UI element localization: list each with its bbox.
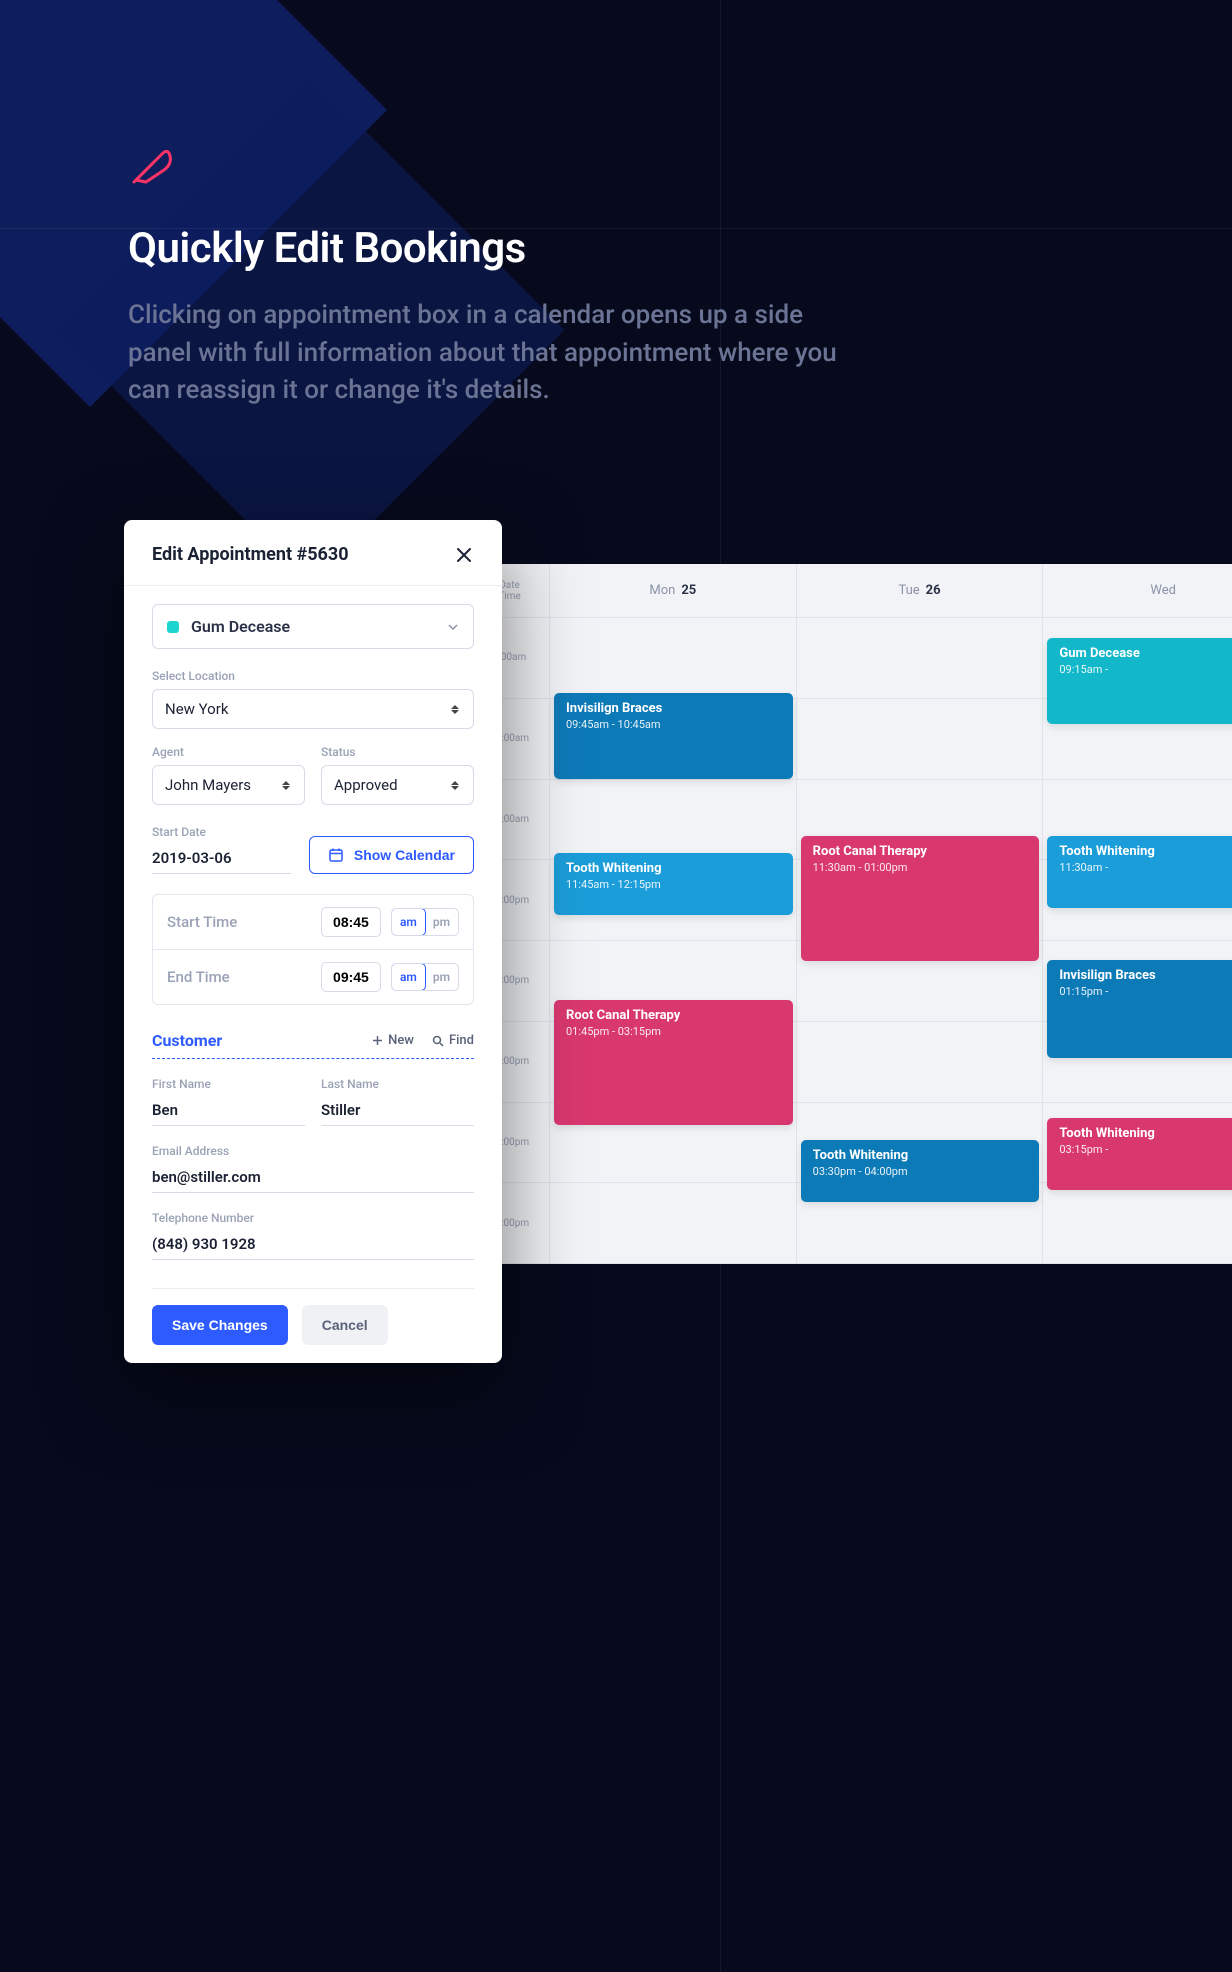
calendar-event[interactable]: Invisilign Braces 09:45am - 10:45am [554, 693, 793, 779]
calendar-event[interactable]: Tooth Whitening 11:45am - 12:15pm [554, 853, 793, 915]
event-time: 11:30am - 01:00pm [813, 861, 1028, 874]
calendar-event[interactable]: Tooth Whitening 11:30am - [1047, 836, 1232, 908]
find-customer-button[interactable]: Find [432, 1033, 474, 1048]
event-title: Tooth Whitening [566, 861, 781, 876]
event-title: Gum Decease [1059, 646, 1232, 661]
event-time: 11:30am - [1059, 861, 1232, 874]
location-select[interactable]: New York [152, 689, 474, 729]
select-arrows-icon [282, 781, 292, 790]
start-time-label: Start Time [167, 913, 311, 931]
event-time: 03:30pm - 04:00pm [813, 1165, 1028, 1178]
calendar-day-header[interactable]: Mon25 [550, 564, 797, 617]
start-time-input[interactable] [321, 907, 381, 937]
first-name-input[interactable] [152, 1097, 305, 1126]
cancel-button[interactable]: Cancel [302, 1305, 388, 1345]
service-name: Gum Decease [191, 617, 435, 636]
event-title: Root Canal Therapy [813, 844, 1028, 859]
phone-input[interactable] [152, 1231, 474, 1260]
event-title: Invisilign Braces [1059, 968, 1232, 983]
calendar-day-header[interactable]: Tue26 [797, 564, 1044, 617]
event-time: 11:45am - 12:15pm [566, 878, 781, 891]
status-select[interactable]: Approved [321, 765, 474, 805]
calendar-widget: Date Time Mon25 Tue26 Wed 9:00am 10:00am… [470, 564, 1232, 1264]
email-input[interactable] [152, 1164, 474, 1193]
event-title: Root Canal Therapy [566, 1008, 781, 1023]
calendar-event[interactable]: Gum Decease 09:15am - [1047, 638, 1232, 724]
calendar-event[interactable]: Tooth Whitening 03:15pm - [1047, 1118, 1232, 1190]
event-time: 01:15pm - [1059, 985, 1232, 998]
hero-section: Quickly Edit Bookings Clicking on appoin… [128, 140, 858, 410]
pm-option[interactable]: pm [425, 964, 458, 990]
plus-icon [372, 1035, 383, 1046]
new-customer-button[interactable]: New [372, 1033, 414, 1048]
am-option[interactable]: am [391, 963, 426, 991]
event-title: Invisilign Braces [566, 701, 781, 716]
calendar-event[interactable]: Invisilign Braces 01:15pm - [1047, 960, 1232, 1058]
calendar-event[interactable]: Root Canal Therapy 01:45pm - 03:15pm [554, 1000, 793, 1125]
show-calendar-button[interactable]: Show Calendar [309, 836, 474, 874]
email-label: Email Address [152, 1144, 474, 1158]
hero-description: Clicking on appointment box in a calenda… [128, 297, 858, 410]
end-time-input[interactable] [321, 962, 381, 992]
event-time: 03:15pm - [1059, 1143, 1232, 1156]
last-name-label: Last Name [321, 1077, 474, 1091]
agent-label: Agent [152, 745, 305, 759]
event-title: Tooth Whitening [813, 1148, 1028, 1163]
status-label: Status [321, 745, 474, 759]
event-time: 01:45pm - 03:15pm [566, 1025, 781, 1038]
event-title: Tooth Whitening [1059, 844, 1232, 859]
hero-title: Quickly Edit Bookings [128, 224, 858, 273]
location-label: Select Location [152, 669, 474, 683]
calendar-event[interactable]: Tooth Whitening 03:30pm - 04:00pm [801, 1140, 1040, 1202]
select-arrows-icon [451, 705, 461, 714]
panel-title: Edit Appointment #5630 [152, 544, 349, 565]
calendar-event[interactable]: Root Canal Therapy 11:30am - 01:00pm [801, 836, 1040, 961]
first-name-label: First Name [152, 1077, 305, 1091]
close-icon[interactable] [454, 545, 474, 565]
event-time: 09:45am - 10:45am [566, 718, 781, 731]
start-date-label: Start Date [152, 825, 291, 839]
pm-option[interactable]: pm [425, 909, 458, 935]
ampm-toggle[interactable]: am pm [391, 963, 459, 991]
last-name-input[interactable] [321, 1097, 474, 1126]
event-title: Tooth Whitening [1059, 1126, 1232, 1141]
select-arrows-icon [451, 781, 461, 790]
search-icon [432, 1035, 444, 1047]
service-select[interactable]: Gum Decease [152, 604, 474, 649]
customer-heading: Customer [152, 1031, 222, 1050]
save-button[interactable]: Save Changes [152, 1305, 288, 1345]
end-time-label: End Time [167, 968, 311, 986]
calendar-icon [328, 847, 344, 863]
am-option[interactable]: am [391, 908, 426, 936]
agent-select[interactable]: John Mayers [152, 765, 305, 805]
phone-label: Telephone Number [152, 1211, 474, 1225]
start-date-input[interactable] [152, 845, 291, 874]
ampm-toggle[interactable]: am pm [391, 908, 459, 936]
chevron-down-icon [447, 621, 459, 633]
event-time: 09:15am - [1059, 663, 1232, 676]
service-color-dot [167, 621, 179, 633]
edit-appointment-panel: Edit Appointment #5630 Gum Decease Selec… [124, 520, 502, 1363]
feather-icon [128, 140, 176, 188]
calendar-day-header[interactable]: Wed [1043, 564, 1232, 617]
